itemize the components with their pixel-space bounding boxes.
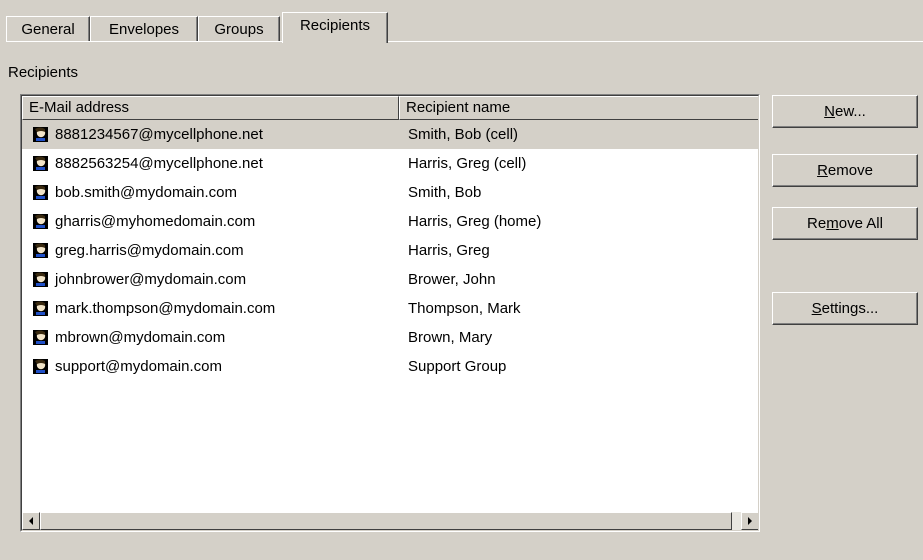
- recipient-name-cell: Brower, John: [408, 271, 496, 288]
- scroll-left-button[interactable]: [22, 512, 40, 530]
- horizontal-scrollbar[interactable]: [22, 512, 758, 530]
- column-header-email[interactable]: E-Mail address: [22, 96, 399, 120]
- new-button[interactable]: New...: [772, 95, 918, 128]
- tab-recipients[interactable]: Recipients: [282, 12, 388, 43]
- tab-general[interactable]: General: [6, 16, 90, 42]
- person-icon: [32, 184, 49, 201]
- person-icon: [32, 242, 49, 259]
- recipient-name-cell: Support Group: [408, 358, 507, 375]
- arrow-right-icon: [748, 517, 752, 525]
- person-icon: [32, 126, 49, 143]
- list-item[interactable]: mark.thompson@mydomain.com Thompson, Mark: [22, 294, 758, 323]
- list-item[interactable]: mbrown@mydomain.com Brown, Mary: [22, 323, 758, 352]
- list-item[interactable]: johnbrower@mydomain.com Brower, John: [22, 265, 758, 294]
- email-cell: support@mydomain.com: [55, 358, 222, 375]
- person-icon: [32, 213, 49, 230]
- list-item[interactable]: bob.smith@mydomain.com Smith, Bob: [22, 178, 758, 207]
- person-icon: [32, 300, 49, 317]
- tab-label: Groups: [214, 21, 264, 38]
- scroll-thumb[interactable]: [40, 512, 732, 530]
- settings-button[interactable]: Settings...: [772, 292, 918, 325]
- person-icon: [32, 155, 49, 172]
- email-cell: mbrown@mydomain.com: [55, 329, 226, 346]
- person-icon: [32, 271, 49, 288]
- recipient-name-cell: Brown, Mary: [408, 329, 493, 346]
- email-cell: mark.thompson@mydomain.com: [55, 300, 276, 317]
- person-icon: [32, 358, 49, 375]
- email-cell: 8882563254@mycellphone.net: [55, 155, 263, 172]
- recipient-name-cell: Smith, Bob: [408, 184, 482, 201]
- list-item[interactable]: 8882563254@mycellphone.net Harris, Greg (…: [22, 149, 758, 178]
- section-label: Recipients: [8, 64, 79, 81]
- email-cell: greg.harris@mydomain.com: [55, 242, 244, 259]
- tab-divider: [6, 41, 923, 42]
- recipient-name-cell: Smith, Bob (cell): [408, 126, 519, 143]
- recipient-name-cell: Harris, Greg (cell): [408, 155, 527, 172]
- remove-all-button[interactable]: Remove All: [772, 207, 918, 240]
- list-item[interactable]: gharris@myhomedomain.com Harris, Greg (ho…: [22, 207, 758, 236]
- recipient-name-cell: Harris, Greg: [408, 242, 490, 259]
- email-cell: gharris@myhomedomain.com: [55, 213, 256, 230]
- tab-bar: General Envelopes Groups Recipients: [6, 12, 923, 43]
- tab-label: General: [21, 21, 75, 38]
- tab-label: Envelopes: [108, 21, 180, 38]
- list-item[interactable]: 8881234567@mycellphone.net Smith, Bob (ce…: [22, 120, 758, 149]
- person-icon: [32, 329, 49, 346]
- list-item[interactable]: support@mydomain.com Support Group: [22, 352, 758, 381]
- remove-button[interactable]: Remove: [772, 154, 918, 187]
- column-header-name[interactable]: Recipient name: [399, 96, 758, 120]
- tab-label: Recipients: [299, 16, 371, 34]
- recipient-name-cell: Thompson, Mark: [408, 300, 521, 317]
- list-item[interactable]: greg.harris@mydomain.com Harris, Greg: [22, 236, 758, 265]
- scroll-right-button[interactable]: [741, 512, 758, 530]
- arrow-left-icon: [29, 517, 33, 525]
- email-cell: bob.smith@mydomain.com: [55, 184, 237, 201]
- email-cell: 8881234567@mycellphone.net: [55, 126, 263, 143]
- email-cell: johnbrower@mydomain.com: [55, 271, 247, 288]
- recipients-list[interactable]: E-Mail address Recipient name 8881234567…: [20, 94, 760, 532]
- tab-groups[interactable]: Groups: [198, 16, 280, 42]
- recipient-name-cell: Harris, Greg (home): [408, 213, 542, 230]
- tab-envelopes[interactable]: Envelopes: [90, 16, 198, 42]
